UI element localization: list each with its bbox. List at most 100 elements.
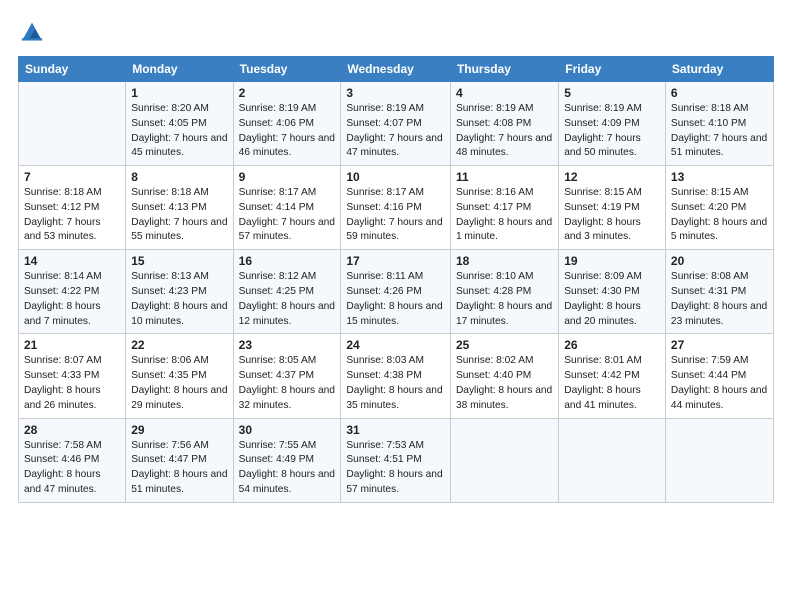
header-cell-sunday: Sunday [19,57,126,82]
sunset-text: Sunset: 4:12 PM [24,201,120,216]
day-number: 13 [671,170,768,184]
header-row: SundayMondayTuesdayWednesdayThursdayFrid… [19,57,774,82]
day-detail: Sunrise: 8:19 AMSunset: 4:08 PMDaylight:… [456,102,553,161]
sunset-text: Sunset: 4:42 PM [564,369,660,384]
daylight-text: Daylight: 8 hours and 20 minutes. [564,300,660,330]
day-cell: 2 Sunrise: 8:19 AMSunset: 4:06 PMDaylight… [233,82,341,166]
sunrise-text: Sunrise: 8:18 AM [671,102,768,117]
day-cell [665,418,773,502]
daylight-text: Daylight: 8 hours and 12 minutes. [239,300,336,330]
header-cell-wednesday: Wednesday [341,57,451,82]
daylight-text: Daylight: 8 hours and 51 minutes. [131,468,227,498]
sunrise-text: Sunrise: 7:53 AM [346,439,445,454]
day-number: 16 [239,254,336,268]
week-row-2: 7Sunrise: 8:18 AMSunset: 4:12 PMDaylight… [19,166,774,250]
day-cell: 30Sunrise: 7:55 AMSunset: 4:49 PMDayligh… [233,418,341,502]
logo [18,18,51,46]
header-cell-tuesday: Tuesday [233,57,341,82]
day-detail: Sunrise: 8:07 AMSunset: 4:33 PMDaylight:… [24,354,120,413]
sunrise-text: Sunrise: 8:18 AM [24,186,120,201]
day-cell: 24Sunrise: 8:03 AMSunset: 4:38 PMDayligh… [341,334,451,418]
sunrise-text: Sunrise: 8:15 AM [564,186,660,201]
day-detail: Sunrise: 8:12 AMSunset: 4:25 PMDaylight:… [239,270,336,329]
day-detail: Sunrise: 8:11 AMSunset: 4:26 PMDaylight:… [346,270,445,329]
week-row-4: 21Sunrise: 8:07 AMSunset: 4:33 PMDayligh… [19,334,774,418]
day-cell [450,418,558,502]
day-number: 10 [346,170,445,184]
sunrise-text: Sunrise: 8:07 AM [24,354,120,369]
daylight-text: Daylight: 8 hours and 7 minutes. [24,300,120,330]
day-detail: Sunrise: 8:02 AMSunset: 4:40 PMDaylight:… [456,354,553,413]
logo-icon [18,18,46,46]
day-cell: 22Sunrise: 8:06 AMSunset: 4:35 PMDayligh… [126,334,233,418]
day-number: 22 [131,338,227,352]
daylight-text: Daylight: 7 hours and 53 minutes. [24,216,120,246]
header [18,18,774,46]
day-detail: Sunrise: 8:19 AMSunset: 4:06 PMDaylight:… [239,102,336,161]
day-number: 8 [131,170,227,184]
day-cell: 6Sunrise: 8:18 AMSunset: 4:10 PMDaylight… [665,82,773,166]
sunset-text: Sunset: 4:46 PM [24,453,120,468]
sunset-text: Sunset: 4:51 PM [346,453,445,468]
sunset-text: Sunset: 4:31 PM [671,285,768,300]
day-number: 29 [131,423,227,437]
sunset-text: Sunset: 4:22 PM [24,285,120,300]
day-detail: Sunrise: 8:10 AMSunset: 4:28 PMDaylight:… [456,270,553,329]
day-number: 2 [239,86,336,100]
day-cell: 13Sunrise: 8:15 AMSunset: 4:20 PMDayligh… [665,166,773,250]
daylight-text: Daylight: 8 hours and 23 minutes. [671,300,768,330]
daylight-text: Daylight: 8 hours and 26 minutes. [24,384,120,414]
page: SundayMondayTuesdayWednesdayThursdayFrid… [0,0,792,612]
day-cell [19,82,126,166]
day-cell [559,418,666,502]
daylight-text: Daylight: 8 hours and 32 minutes. [239,384,336,414]
daylight-text: Daylight: 8 hours and 1 minute. [456,216,553,246]
header-cell-saturday: Saturday [665,57,773,82]
daylight-text: Daylight: 8 hours and 5 minutes. [671,216,768,246]
sunrise-text: Sunrise: 8:03 AM [346,354,445,369]
day-cell: 19Sunrise: 8:09 AMSunset: 4:30 PMDayligh… [559,250,666,334]
sunset-text: Sunset: 4:16 PM [346,201,445,216]
daylight-text: Daylight: 8 hours and 3 minutes. [564,216,660,246]
daylight-text: Daylight: 8 hours and 41 minutes. [564,384,660,414]
header-cell-thursday: Thursday [450,57,558,82]
sunset-text: Sunset: 4:35 PM [131,369,227,384]
day-cell: 8Sunrise: 8:18 AMSunset: 4:13 PMDaylight… [126,166,233,250]
sunrise-text: Sunrise: 8:19 AM [346,102,445,117]
day-detail: Sunrise: 7:53 AMSunset: 4:51 PMDaylight:… [346,439,445,498]
day-detail: Sunrise: 8:05 AMSunset: 4:37 PMDaylight:… [239,354,336,413]
daylight-text: Daylight: 8 hours and 15 minutes. [346,300,445,330]
sunrise-text: Sunrise: 8:06 AM [131,354,227,369]
sunset-text: Sunset: 4:47 PM [131,453,227,468]
day-cell: 9Sunrise: 8:17 AMSunset: 4:14 PMDaylight… [233,166,341,250]
sunset-text: Sunset: 4:08 PM [456,117,553,132]
sunset-text: Sunset: 4:17 PM [456,201,553,216]
day-detail: Sunrise: 8:20 AMSunset: 4:05 PMDaylight:… [131,102,227,161]
day-number: 20 [671,254,768,268]
day-number: 14 [24,254,120,268]
sunrise-text: Sunrise: 8:13 AM [131,270,227,285]
sunrise-text: Sunrise: 8:19 AM [239,102,336,117]
day-detail: Sunrise: 8:19 AMSunset: 4:09 PMDaylight:… [564,102,660,161]
day-cell: 17Sunrise: 8:11 AMSunset: 4:26 PMDayligh… [341,250,451,334]
sunrise-text: Sunrise: 8:16 AM [456,186,553,201]
daylight-text: Daylight: 7 hours and 45 minutes. [131,132,227,162]
sunrise-text: Sunrise: 7:59 AM [671,354,768,369]
day-cell: 12Sunrise: 8:15 AMSunset: 4:19 PMDayligh… [559,166,666,250]
day-number: 30 [239,423,336,437]
sunset-text: Sunset: 4:13 PM [131,201,227,216]
daylight-text: Daylight: 8 hours and 44 minutes. [671,384,768,414]
daylight-text: Daylight: 7 hours and 47 minutes. [346,132,445,162]
sunrise-text: Sunrise: 8:19 AM [456,102,553,117]
daylight-text: Daylight: 7 hours and 50 minutes. [564,132,660,162]
sunset-text: Sunset: 4:44 PM [671,369,768,384]
daylight-text: Daylight: 7 hours and 48 minutes. [456,132,553,162]
day-detail: Sunrise: 8:09 AMSunset: 4:30 PMDaylight:… [564,270,660,329]
sunset-text: Sunset: 4:09 PM [564,117,660,132]
daylight-text: Daylight: 8 hours and 35 minutes. [346,384,445,414]
day-detail: Sunrise: 8:18 AMSunset: 4:10 PMDaylight:… [671,102,768,161]
day-detail: Sunrise: 8:16 AMSunset: 4:17 PMDaylight:… [456,186,553,245]
sunrise-text: Sunrise: 8:11 AM [346,270,445,285]
day-cell: 10Sunrise: 8:17 AMSunset: 4:16 PMDayligh… [341,166,451,250]
day-number: 31 [346,423,445,437]
